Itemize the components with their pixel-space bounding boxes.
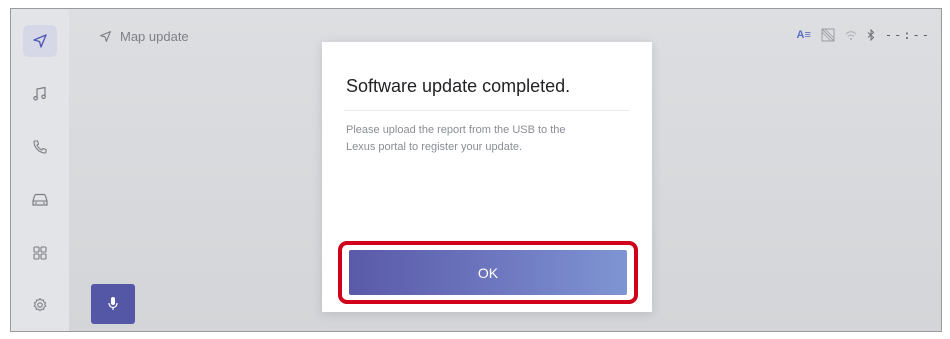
update-complete-dialog: Software update completed. Please upload… [322,42,652,312]
navigation-arrow-icon [100,31,111,42]
page-title: Map update [120,29,189,44]
navigation-icon [33,34,47,48]
status-bar: A≡ --:-- [797,28,932,42]
dialog-divider [344,110,630,111]
screen-frame: Map update A≡ --:-- Software update comp… [10,8,942,332]
apps-grid-icon [33,246,47,260]
no-signal-icon [821,28,835,42]
sidebar-item-phone[interactable] [11,127,69,167]
wifi-icon [845,30,857,40]
sidebar-item-vehicle[interactable] [11,180,69,220]
phone-icon [33,140,47,154]
text-size-icon: A≡ [796,29,811,41]
dialog-title: Software update completed. [346,76,571,96]
sidebar-item-apps[interactable] [11,233,69,273]
sidebar [11,9,69,331]
sidebar-item-navigation[interactable] [11,21,69,61]
sidebar-item-music[interactable] [11,74,69,114]
microphone-icon [108,297,118,310]
voice-button[interactable] [91,284,135,324]
header: Map update [99,29,189,44]
bluetooth-icon [867,29,875,41]
settings-gear-icon [33,298,47,312]
sidebar-item-settings[interactable] [11,285,69,325]
clock: --:-- [884,28,931,42]
car-icon [32,193,48,206]
dialog-message: Please upload the report from the USB to… [346,124,566,153]
ok-button[interactable]: OK [349,250,627,295]
music-icon [33,86,46,101]
